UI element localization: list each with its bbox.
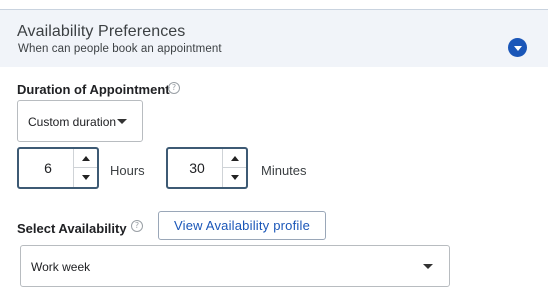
help-circle-icon[interactable]: ? <box>131 220 143 232</box>
minutes-decrement-button[interactable] <box>223 168 246 187</box>
availability-select[interactable]: Work week <box>20 245 450 287</box>
top-divider <box>0 0 548 10</box>
hours-value[interactable]: 6 <box>19 160 77 176</box>
duration-select[interactable]: Custom duration <box>17 100 143 142</box>
minutes-stepper-arrows <box>222 149 246 187</box>
hours-label: Hours <box>110 163 145 178</box>
chevron-down-icon <box>513 46 522 51</box>
minutes-label: Minutes <box>261 163 307 178</box>
minutes-stepper[interactable]: 30 <box>166 147 248 189</box>
view-availability-profile-button[interactable]: View Availability profile <box>158 211 326 240</box>
hours-stepper-arrows <box>73 149 97 187</box>
duration-label: Duration of Appointment <box>17 82 170 97</box>
hours-decrement-button[interactable] <box>74 168 97 187</box>
section-title: Availability Preferences <box>17 23 186 40</box>
availability-preferences-header[interactable]: Availability Preferences When can people… <box>0 10 548 67</box>
caret-down-icon <box>117 119 127 124</box>
duration-select-value: Custom duration <box>28 115 117 129</box>
availability-select-value: Work week <box>31 260 91 274</box>
hours-stepper[interactable]: 6 <box>17 147 99 189</box>
arrow-up-icon <box>81 155 90 161</box>
hours-increment-button[interactable] <box>74 149 97 168</box>
arrow-down-icon <box>230 175 239 180</box>
collapse-button[interactable] <box>508 38 527 57</box>
help-circle-icon[interactable]: ? <box>168 82 180 94</box>
minutes-value[interactable]: 30 <box>168 160 226 176</box>
arrow-down-icon <box>81 175 90 180</box>
caret-down-icon <box>423 264 433 269</box>
availability-label: Select Availability <box>17 221 127 236</box>
section-subtitle: When can people book an appointment <box>18 43 222 55</box>
arrow-up-icon <box>230 155 239 161</box>
minutes-increment-button[interactable] <box>223 149 246 168</box>
